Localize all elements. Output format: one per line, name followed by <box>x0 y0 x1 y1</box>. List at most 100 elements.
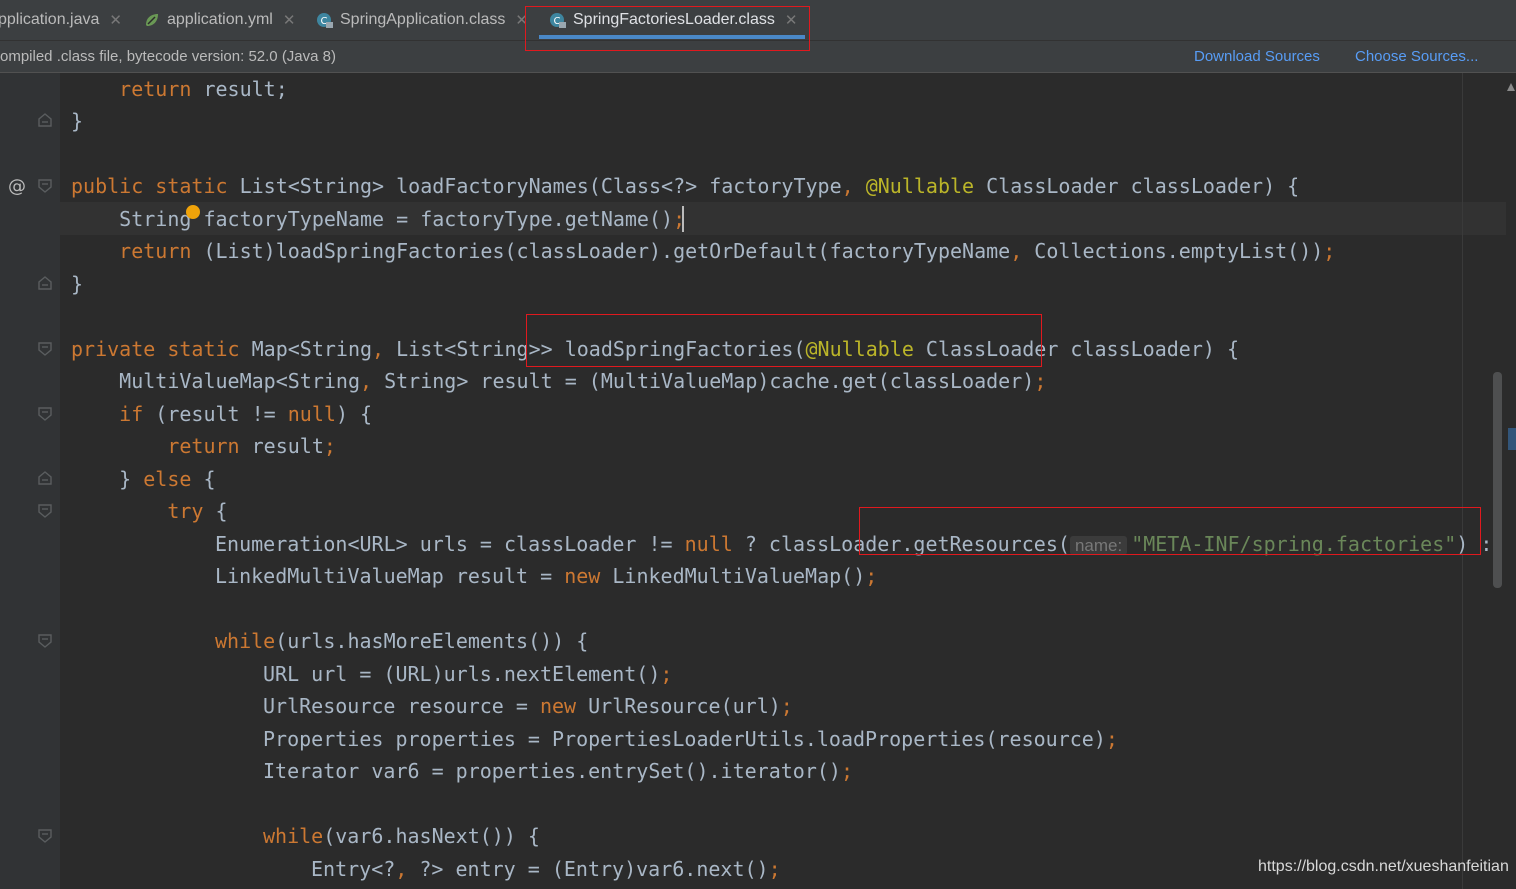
code-line[interactable]: Entry<?, ?> entry = (Entry)var6.next(); <box>311 853 781 885</box>
code-keyword: null <box>287 402 336 426</box>
code-punct: ; <box>840 759 854 783</box>
code-punct: ; <box>768 857 781 881</box>
code-line[interactable]: LinkedMultiValueMap result = new LinkedM… <box>215 560 877 592</box>
banner-message: ompiled .class file, bytecode version: 5… <box>0 48 336 65</box>
fold-start-icon[interactable] <box>38 504 52 518</box>
code-text: (List)loadSpringFactories(classLoader).g… <box>191 239 1011 263</box>
code-text: String factoryTypeName = factoryType.get… <box>119 207 674 231</box>
close-icon[interactable]: ✕ <box>283 11 296 29</box>
code-keyword: while <box>263 824 324 848</box>
code-keyword: while <box>215 629 276 653</box>
scrollbar-marker <box>1508 428 1516 450</box>
code-line[interactable]: while(var6.hasNext()) { <box>263 820 540 852</box>
fold-start-icon[interactable] <box>38 179 52 193</box>
code-line[interactable]: URL url = (URL)urls.nextElement(); <box>263 658 672 690</box>
scroll-up-arrow-icon[interactable] <box>1506 80 1516 94</box>
tab-springapplication-class[interactable]: C SpringApplication.class ✕ <box>316 0 528 40</box>
code-keyword: if <box>119 402 144 426</box>
fold-start-icon[interactable] <box>38 634 52 648</box>
code-punct: ; <box>1323 239 1336 263</box>
text-cursor <box>682 206 684 232</box>
code-line[interactable]: return result; <box>71 73 288 105</box>
code-text: Enumeration<URL> urls = classLoader != <box>215 532 685 556</box>
code-keyword: null <box>684 532 733 556</box>
code-line[interactable]: while(urls.hasMoreElements()) { <box>215 625 588 657</box>
fold-start-icon[interactable] <box>38 407 52 421</box>
code-text: Properties properties = PropertiesLoader… <box>263 727 1106 751</box>
fold-start-icon[interactable] <box>38 829 52 843</box>
code-line[interactable]: return (List)loadSpringFactories(classLo… <box>71 235 1335 267</box>
code-keyword: return <box>167 434 240 458</box>
code-line[interactable]: UrlResource resource = new UrlResource(u… <box>263 690 793 722</box>
highlight-box-get-resources <box>859 507 1481 555</box>
tab-label: pplication.java <box>0 11 100 28</box>
code-text: ?> entry = (Entry)var6.next() <box>407 857 769 881</box>
code-line[interactable]: String factoryTypeName = factoryType.get… <box>71 203 685 235</box>
code-punct: ; <box>780 694 793 718</box>
scrollbar-thumb[interactable] <box>1493 372 1502 588</box>
code-line[interactable]: return result; <box>71 430 336 462</box>
code-keyword: return <box>119 239 192 263</box>
code-punct: ; <box>1034 369 1047 393</box>
code-text: UrlResource resource = <box>263 694 540 718</box>
code-line[interactable]: MultiValueMap<String, String> result = (… <box>71 365 1046 397</box>
spring-yaml-icon <box>146 14 158 26</box>
code-text: Iterator var6 = properties.entrySet().it… <box>263 759 841 783</box>
code-line[interactable]: } <box>71 268 83 300</box>
override-marker-icon[interactable]: @ <box>8 176 26 197</box>
code-punct: , <box>395 857 408 881</box>
vertical-scrollbar[interactable] <box>1506 73 1516 889</box>
code-text: String> result = (MultiValueMap)cache.ge… <box>372 369 1035 393</box>
code-keyword: private static <box>71 337 240 361</box>
code-text: MultiValueMap<String <box>119 369 360 393</box>
code-keyword: else <box>143 467 192 491</box>
fold-end-icon[interactable] <box>38 276 52 290</box>
right-margin-guide <box>1462 73 1463 889</box>
code-line[interactable]: } else { <box>71 463 216 495</box>
code-text: ) { <box>335 402 373 426</box>
tab-label: application.yml <box>167 11 273 28</box>
code-text: result <box>239 434 324 458</box>
code-line[interactable]: } <box>71 105 83 137</box>
intention-bulb-icon[interactable] <box>186 205 200 219</box>
code-punct: ; <box>865 564 878 588</box>
code-text: LinkedMultiValueMap() <box>600 564 866 588</box>
code-text: ClassLoader classLoader) { <box>974 174 1300 198</box>
fold-start-icon[interactable] <box>38 342 52 356</box>
code-text: result; <box>191 77 288 101</box>
code-text: { <box>191 467 216 491</box>
code-punct: , <box>360 369 373 393</box>
fold-end-icon[interactable] <box>38 471 52 485</box>
code-line[interactable]: public static List<String> loadFactoryNa… <box>71 170 1299 202</box>
code-punct: , <box>1010 239 1023 263</box>
code-keyword: try <box>167 499 204 523</box>
download-sources-link[interactable]: Download Sources <box>1194 48 1320 65</box>
code-keyword: new <box>564 564 601 588</box>
tab-application-yml[interactable]: application.yml ✕ <box>143 0 295 40</box>
code-keyword: new <box>539 694 577 718</box>
highlight-box-method-name <box>526 314 1042 367</box>
code-line[interactable]: Properties properties = PropertiesLoader… <box>263 723 1118 755</box>
code-text: Map<String <box>239 337 373 361</box>
code-text: LinkedMultiValueMap result = <box>215 564 565 588</box>
code-text: (var6.hasNext()) { <box>323 824 540 848</box>
fold-end-icon[interactable] <box>38 113 52 127</box>
code-line[interactable]: if (result != null) { <box>71 398 372 430</box>
code-text: } <box>71 272 84 296</box>
code-punct: ; <box>660 662 673 686</box>
code-punct: , <box>841 174 854 198</box>
code-line[interactable]: Iterator var6 = properties.entrySet().it… <box>263 755 853 787</box>
code-text: } <box>71 109 84 133</box>
code-text: Collections.emptyList()) <box>1022 239 1324 263</box>
code-punct: ; <box>1105 727 1118 751</box>
code-line[interactable]: try { <box>71 495 228 527</box>
choose-sources-link[interactable]: Choose Sources... <box>1355 48 1478 65</box>
code-text: List<String> loadFactoryNames(Class<?> f… <box>227 174 842 198</box>
code-text: { <box>203 499 228 523</box>
code-text: (urls.hasMoreElements()) { <box>275 629 589 653</box>
code-text: URL url = (URL)urls.nextElement() <box>263 662 661 686</box>
code-keyword: return <box>119 77 192 101</box>
tab-application-java[interactable]: pplication.java ✕ <box>0 0 122 40</box>
code-text: } <box>119 467 144 491</box>
close-icon[interactable]: ✕ <box>109 11 122 29</box>
